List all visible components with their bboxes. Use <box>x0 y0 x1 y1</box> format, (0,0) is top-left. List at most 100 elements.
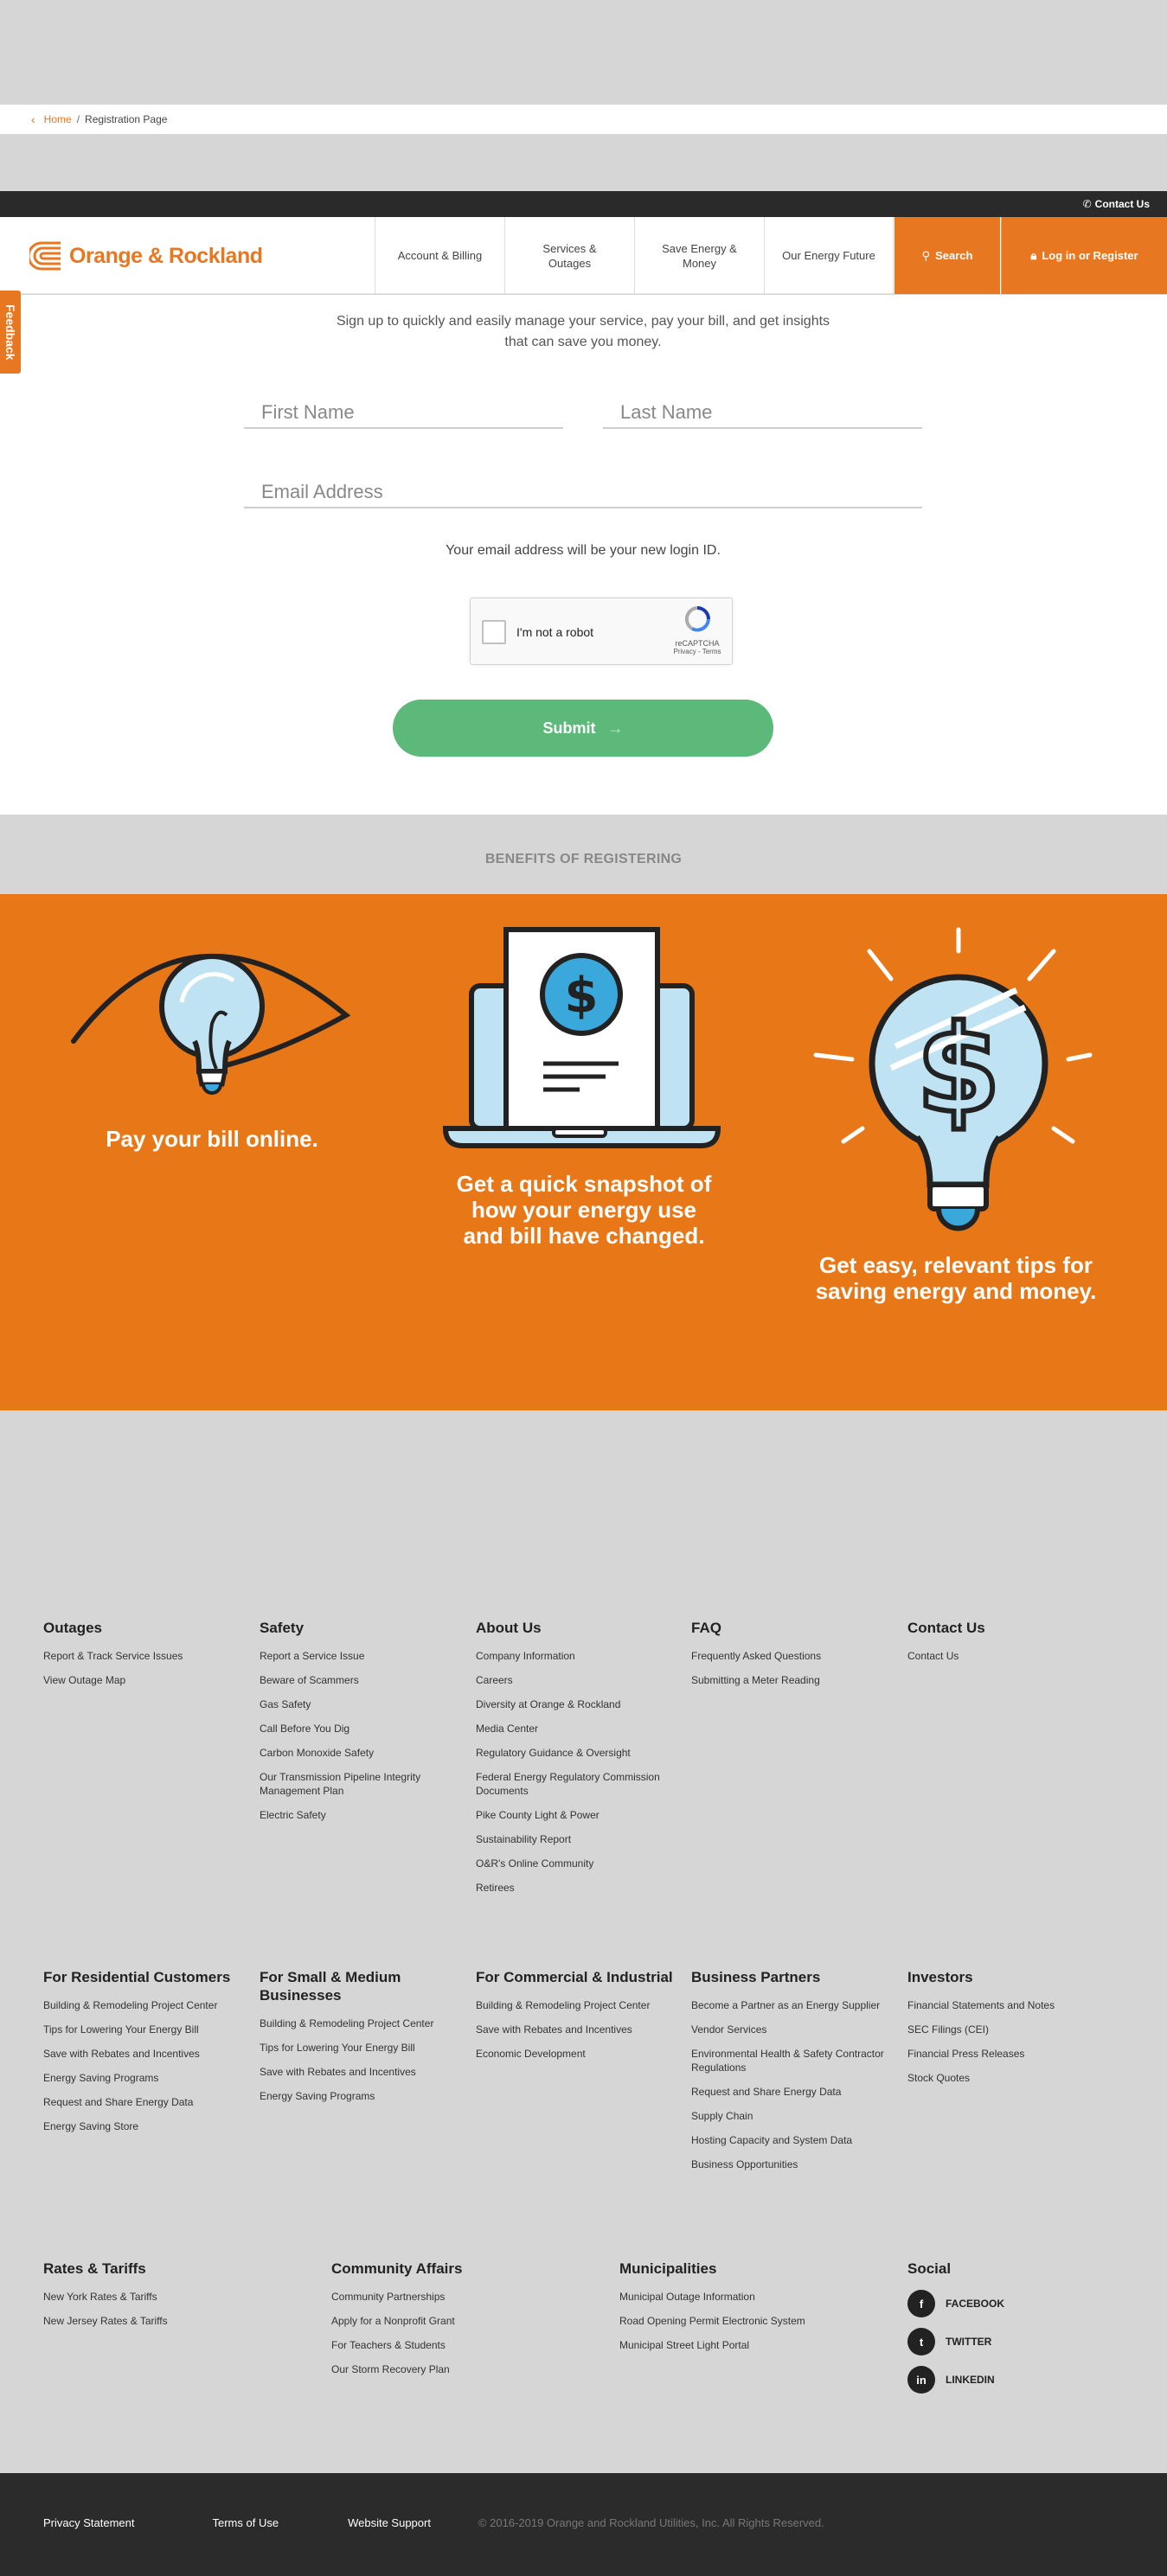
support-link[interactable]: Website Support <box>348 2516 431 2529</box>
footer-link[interactable]: Request and Share Energy Data <box>691 2085 890 2099</box>
footer-link[interactable]: Tips for Lowering Your Energy Bill <box>43 2023 242 2036</box>
facebook-label: FACEBOOK <box>946 2298 1005 2310</box>
footer-link[interactable]: Vendor Services <box>691 2023 890 2036</box>
footer-link[interactable]: Gas Safety <box>260 1697 458 1711</box>
footer-link[interactable]: Business Opportunities <box>691 2157 890 2171</box>
footer-link[interactable]: Environmental Health & Safety Contractor… <box>691 2047 890 2074</box>
footer-link[interactable]: Carbon Monoxide Safety <box>260 1746 458 1760</box>
footer-link[interactable]: Community Partnerships <box>331 2290 530 2304</box>
email-placeholder: Email Address <box>261 481 383 502</box>
footer-heading: Safety <box>260 1620 305 1636</box>
footer-link[interactable]: Financial Statements and Notes <box>907 1998 1106 2012</box>
utility-contact-link[interactable]: ✆ Contact Us <box>1083 198 1150 210</box>
footer-link[interactable]: Tips for Lowering Your Energy Bill <box>260 2041 458 2055</box>
terms-link[interactable]: Terms of Use <box>213 2516 279 2529</box>
footer-link[interactable]: Save with Rebates and Incentives <box>43 2047 242 2061</box>
breadcrumb-separator: / <box>76 113 80 125</box>
footer-heading: For Residential Customers <box>43 1969 231 1985</box>
footer-link[interactable]: Sustainability Report <box>476 1832 675 1846</box>
registration-form: Sign up to quickly and easily manage you… <box>0 295 1167 815</box>
footer-link[interactable]: O&R's Online Community <box>476 1857 675 1870</box>
breadcrumb-home-link[interactable]: Home <box>44 113 72 125</box>
footer-link[interactable]: Beware of Scammers <box>260 1673 458 1687</box>
footer-link[interactable]: Stock Quotes <box>907 2071 1106 2085</box>
footer-link[interactable]: Company Information <box>476 1649 675 1663</box>
phone-icon: ✆ <box>1082 198 1092 210</box>
logo[interactable]: Orange & Rockland <box>29 240 263 272</box>
footer-link[interactable]: Federal Energy Regulatory Commission Doc… <box>476 1770 675 1798</box>
footer-link[interactable]: For Teachers & Students <box>331 2338 530 2352</box>
footer-link[interactable]: New Jersey Rates & Tariffs <box>43 2314 242 2328</box>
nav-energy-future[interactable]: Our Energy Future <box>764 217 894 294</box>
nav-save-energy[interactable]: Save Energy & Money <box>634 217 764 294</box>
footer-link[interactable]: Energy Saving Programs <box>43 2071 242 2085</box>
footer-link[interactable]: Apply for a Nonprofit Grant <box>331 2314 530 2328</box>
footer-link[interactable]: Municipal Outage Information <box>619 2290 818 2304</box>
footer-link[interactable]: Energy Saving Store <box>43 2119 242 2133</box>
last-name-field[interactable]: Last Name <box>603 394 922 429</box>
footer-link[interactable]: Media Center <box>476 1722 675 1735</box>
footer-link[interactable]: Municipal Street Light Portal <box>619 2338 818 2352</box>
recaptcha-checkbox[interactable] <box>482 620 506 644</box>
footer-link[interactable]: Become a Partner as an Energy Supplier <box>691 1998 890 2012</box>
footer-link[interactable]: Building & Remodeling Project Center <box>43 1998 242 2012</box>
footer-heading: About Us <box>476 1620 542 1636</box>
utility-bar: ✆ Contact Us <box>0 191 1167 217</box>
footer-link[interactable]: Supply Chain <box>691 2109 890 2123</box>
footer-link[interactable]: Our Transmission Pipeline Integrity Mana… <box>260 1770 458 1798</box>
footer-link[interactable]: Contact Us <box>907 1649 1106 1663</box>
footer-link[interactable]: Request and Share Energy Data <box>43 2095 242 2109</box>
copyright: © 2016-2019 Orange and Rockland Utilitie… <box>478 2516 824 2529</box>
eye-bulb-icon <box>71 953 351 1095</box>
linkedin-link[interactable]: in LINKEDIN <box>907 2366 1106 2394</box>
recaptcha-links[interactable]: Privacy - Terms <box>671 648 723 655</box>
footer-link[interactable]: Regulatory Guidance & Oversight <box>476 1746 675 1760</box>
footer-link[interactable]: View Outage Map <box>43 1673 242 1687</box>
footer-link[interactable]: Submitting a Meter Reading <box>691 1673 890 1687</box>
nav-account-billing[interactable]: Account & Billing <box>375 217 504 294</box>
footer-link[interactable]: Report & Track Service Issues <box>43 1649 242 1663</box>
breadcrumb-current: Registration Page <box>85 113 168 125</box>
facebook-link[interactable]: f FACEBOOK <box>907 2290 1106 2317</box>
privacy-link[interactable]: Privacy Statement <box>43 2516 135 2529</box>
email-field[interactable]: Email Address <box>244 474 922 508</box>
submit-button[interactable]: Submit → <box>393 700 773 757</box>
footer-link[interactable]: Retirees <box>476 1881 675 1895</box>
laptop-document-icon: $ <box>442 927 721 1148</box>
feedback-tab[interactable]: Feedback <box>0 291 21 374</box>
footer-link[interactable]: SEC Filings (CEI) <box>907 2023 1106 2036</box>
footer-link[interactable]: Building & Remodeling Project Center <box>260 2017 458 2030</box>
footer-link[interactable]: Electric Safety <box>260 1808 458 1822</box>
footer-heading: For Commercial & Industrial <box>476 1969 673 1985</box>
login-button[interactable]: 🔒︎ Log in or Register <box>1001 217 1167 294</box>
footer-link[interactable]: Save with Rebates and Incentives <box>260 2065 458 2079</box>
footer-link[interactable]: New York Rates & Tariffs <box>43 2290 242 2304</box>
footer-link[interactable]: Energy Saving Programs <box>260 2089 458 2103</box>
footer-link[interactable]: Building & Remodeling Project Center <box>476 1998 675 2012</box>
footer-link[interactable]: Road Opening Permit Electronic System <box>619 2314 818 2328</box>
first-name-field[interactable]: First Name <box>244 394 563 429</box>
footer-link[interactable]: Pike County Light & Power <box>476 1808 675 1822</box>
footer-link[interactable]: Financial Press Releases <box>907 2047 1106 2061</box>
footer-link[interactable]: Careers <box>476 1673 675 1687</box>
footer-link[interactable]: Diversity at Orange & Rockland <box>476 1697 675 1711</box>
footer-link[interactable]: Report a Service Issue <box>260 1649 458 1663</box>
footer-col-social: Social f FACEBOOK t TWITTER in LINKEDIN <box>907 2260 1106 2404</box>
utility-contact-label: Contact Us <box>1094 198 1150 210</box>
search-button[interactable]: ⚲ Search <box>894 217 1000 294</box>
footer-link[interactable]: Save with Rebates and Incentives <box>476 2023 675 2036</box>
footer-link[interactable]: Frequently Asked Questions <box>691 1649 890 1663</box>
lightbulb-dollar-icon: $ <box>813 927 1093 1231</box>
last-name-placeholder: Last Name <box>620 401 713 423</box>
footer-link[interactable]: Hosting Capacity and System Data <box>691 2133 890 2147</box>
nav-services-outages[interactable]: Services & Outages <box>504 217 634 294</box>
footer-link[interactable]: Call Before You Dig <box>260 1722 458 1735</box>
footer-link[interactable]: Economic Development <box>476 2047 675 2061</box>
logo-wordmark: Orange & Rockland <box>69 243 263 268</box>
footer-heading: Business Partners <box>691 1969 821 1985</box>
footer-link[interactable]: Our Storm Recovery Plan <box>331 2362 530 2376</box>
footer-col-faq: FAQ Frequently Asked Questions Submittin… <box>691 1619 890 1697</box>
footer-heading: Community Affairs <box>331 2260 463 2277</box>
footer-col-safety: Safety Report a Service Issue Beware of … <box>260 1619 458 1832</box>
twitter-link[interactable]: t TWITTER <box>907 2328 1106 2355</box>
